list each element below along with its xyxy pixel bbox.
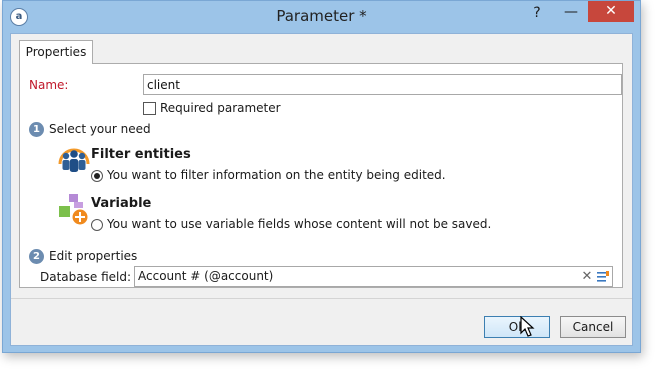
variable-radio[interactable] [91,218,103,231]
step-label-1: Select your need [49,122,151,136]
step-select-need: 1 Select your need [29,122,151,138]
parameter-dialog: a Parameter * ? — ✕ Properties Name: Req… [2,0,641,353]
step-label-2: Edit properties [49,249,138,263]
database-field-label: Database field: [40,270,132,284]
required-parameter-checkbox[interactable]: Required parameter [143,101,281,117]
help-button[interactable]: ? [524,3,550,23]
name-input[interactable] [143,74,622,95]
filter-entities-radio[interactable] [91,169,103,182]
ok-button[interactable]: Ok [484,316,550,338]
database-field-value: Account # (@account) [138,269,274,283]
mouse-cursor-icon [520,316,535,337]
button-separator [11,298,632,299]
people-filter-icon [58,148,90,172]
variable-description: You want to use variable fields whose co… [107,217,492,231]
database-field-input[interactable]: Account # (@account) ✕ [134,266,613,287]
step-number-1: 1 [29,122,44,137]
properties-panel: Name: Required parameter 1 Select your ne… [19,63,623,288]
variable-shapes-icon [59,194,88,225]
filter-entities-option[interactable]: You want to filter information on the en… [91,168,446,184]
filter-entities-description: You want to filter information on the en… [107,168,446,182]
title-bar[interactable]: a Parameter * ? — ✕ [3,1,640,33]
dialog-body: Properties Name: Required parameter 1 Sel… [10,33,633,346]
edit-expression-icon[interactable] [596,270,610,284]
variable-option[interactable]: You want to use variable fields whose co… [91,217,491,233]
cancel-button[interactable]: Cancel [560,316,626,338]
step-edit-properties: 2 Edit properties [29,249,137,265]
close-button[interactable]: ✕ [588,1,634,22]
name-label: Name: [29,78,69,92]
tab-properties[interactable]: Properties [19,40,93,64]
minimize-button[interactable]: — [558,3,584,23]
variable-title: Variable [91,196,152,211]
checkbox-box[interactable] [143,102,156,115]
clear-icon[interactable]: ✕ [580,268,594,285]
required-parameter-label: Required parameter [160,101,281,115]
filter-entities-title: Filter entities [91,147,191,162]
step-number-2: 2 [29,249,44,264]
